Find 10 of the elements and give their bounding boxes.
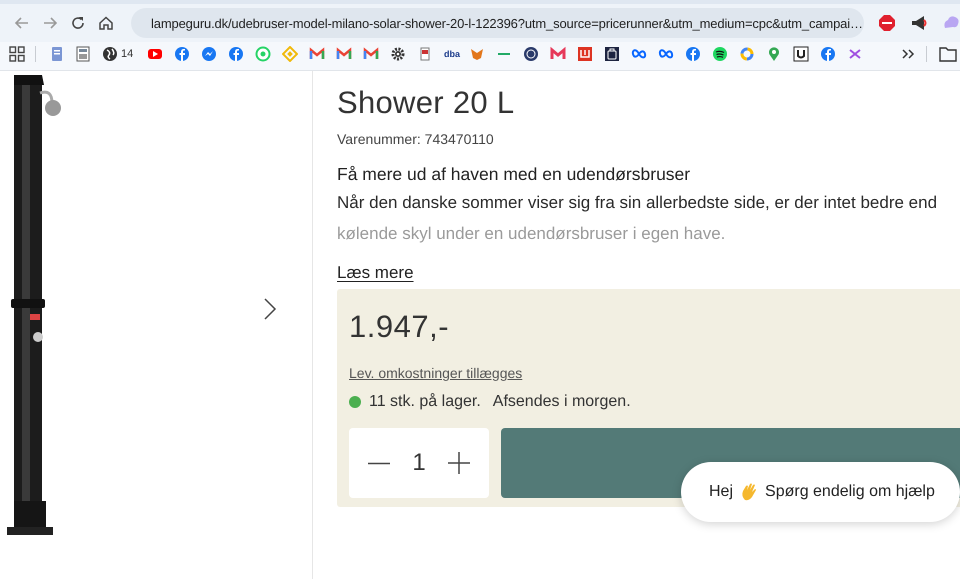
sku-number: Varenummer: 743470110 <box>337 131 495 147</box>
description-text: kølende skyl under en udendørsbruser i egen have. <box>337 224 726 244</box>
description-text: Når den danske sommer viser sig fra sin allerbedste side, er der intet bedre end <box>337 193 938 213</box>
quantity-value: 1 <box>412 449 426 477</box>
description-heading: Få mere ud af haven med en udendørsbruser <box>337 164 692 185</box>
product-title: Shower 20 L <box>337 84 516 122</box>
price: 1.947,- <box>349 309 450 345</box>
url-text: lampeguru.dk/udebruser-model-milano-solar-shower-20-l-122396?utm_source=pricerunner&utm_medium=cpc&utm_campai… <box>151 16 863 30</box>
dispatch-text: Afsendes i morgen. <box>492 393 631 411</box>
stock-text: 11 stk. på lager. <box>369 393 481 411</box>
